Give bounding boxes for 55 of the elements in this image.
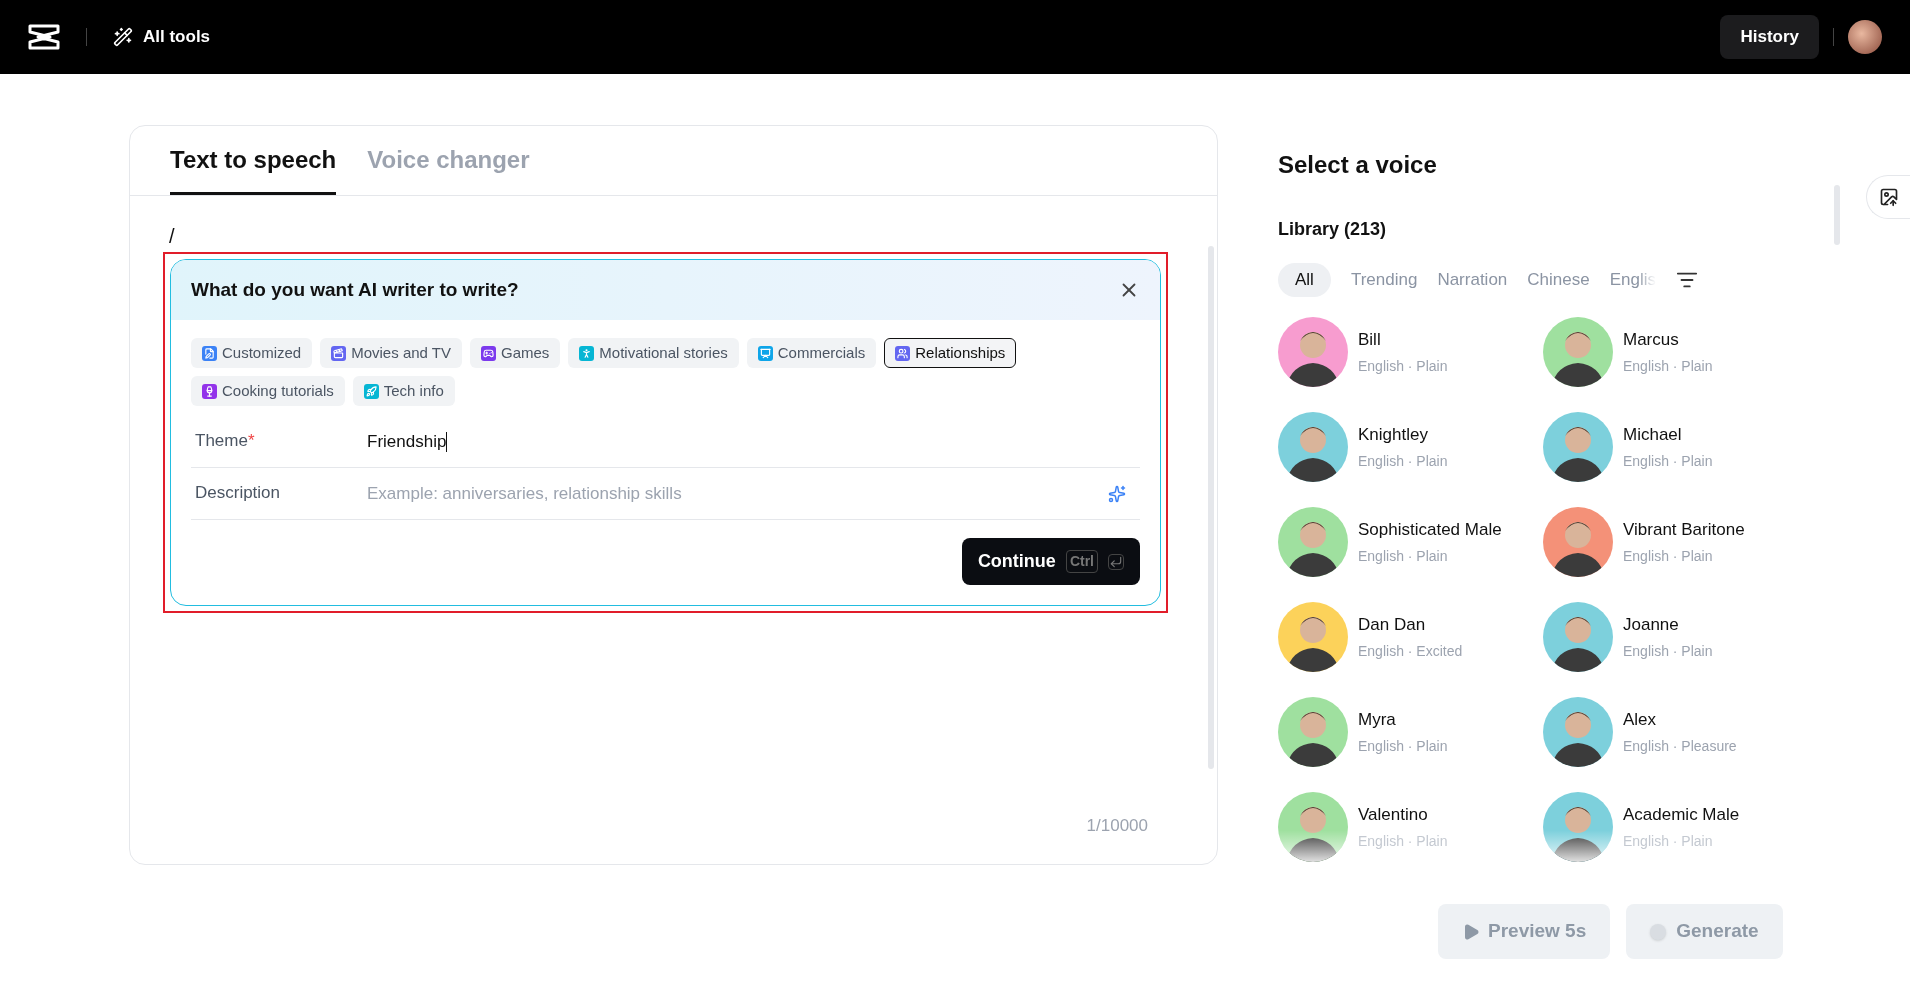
continue-button[interactable]: Continue Ctrl (961, 538, 1140, 585)
voice-info: English · Excited (1358, 642, 1463, 662)
ctrl-key: Ctrl (1065, 550, 1098, 573)
theme-field[interactable]: Friendship (367, 428, 1140, 455)
voice-name[interactable]: Vibrant Baritone (1623, 516, 1745, 543)
voice-info: English · Plain (1623, 547, 1714, 567)
voice-info: English · Plain (1358, 832, 1448, 852)
category-chip[interactable]: Commercials (746, 338, 877, 368)
voice-info: English · Plain (1358, 547, 1449, 567)
category-chip[interactable]: Cooking tutorials (191, 376, 345, 406)
voice-name[interactable]: Michael (1623, 421, 1713, 448)
panel-title: Select a voice (1278, 150, 1438, 180)
voice-name[interactable]: Knightley (1358, 421, 1448, 448)
voice-info: English · Plain (1623, 452, 1713, 472)
category-chip[interactable]: Tech info (352, 376, 455, 406)
magic-wand-icon (113, 27, 133, 47)
voice-info: English · Plain (1623, 357, 1713, 377)
enter-key-icon (1108, 553, 1124, 570)
voice-info: English · Plain (1358, 737, 1448, 757)
category-chip[interactable]: Customized (191, 338, 313, 368)
voice-name[interactable]: Myra (1358, 706, 1448, 733)
ai-writer-title: What do you want AI writer to write? (191, 277, 519, 302)
category-chip[interactable]: Movies and TV (320, 338, 462, 368)
voice-info: English · Plain (1358, 452, 1448, 472)
voice-name[interactable]: Alex (1623, 706, 1737, 733)
script-text: / (169, 224, 176, 248)
library-heading: Library (213) (1278, 218, 1388, 241)
voice-info: English · Plain (1623, 832, 1714, 852)
category-chip[interactable]: Games (470, 338, 561, 368)
voice-info: English · Pleasure (1623, 737, 1737, 757)
voice-info: English · Plain (1358, 357, 1448, 377)
voice-info: English · Plain (1623, 642, 1713, 662)
voice-name[interactable]: Dan Dan (1358, 611, 1463, 638)
character-counter: 1/10000 (1086, 814, 1148, 837)
history-button[interactable]: History (1720, 15, 1819, 59)
voice-name[interactable]: Marcus (1623, 326, 1713, 353)
description-field[interactable]: Example: anniversaries, relationship skills (367, 480, 1108, 507)
voice-name[interactable]: Valentino (1358, 801, 1448, 828)
field-label: Description (195, 482, 282, 504)
field-label: Theme* (195, 430, 256, 452)
panel-scrollbar (1834, 185, 1840, 245)
voice-name[interactable]: Bill (1358, 326, 1448, 353)
editor-tab[interactable]: Text to speech (170, 142, 337, 195)
voice-name[interactable]: Joanne (1623, 611, 1713, 638)
voice-name[interactable]: Sophisticated Male (1358, 516, 1502, 543)
upload-icon (1878, 187, 1899, 207)
voice-name[interactable]: Academic Male (1623, 801, 1740, 828)
sparkle-icon[interactable] (1108, 484, 1126, 503)
logo-icon[interactable] (28, 24, 60, 50)
user-avatar[interactable] (1848, 20, 1882, 54)
category-chip[interactable]: Motivational stories (568, 338, 739, 368)
category-chip[interactable]: Relationships (884, 338, 1017, 368)
play-icon (1462, 922, 1480, 941)
filter-tab[interactable]: All (1278, 263, 1331, 297)
all-tools-link[interactable]: All tools (143, 24, 211, 50)
